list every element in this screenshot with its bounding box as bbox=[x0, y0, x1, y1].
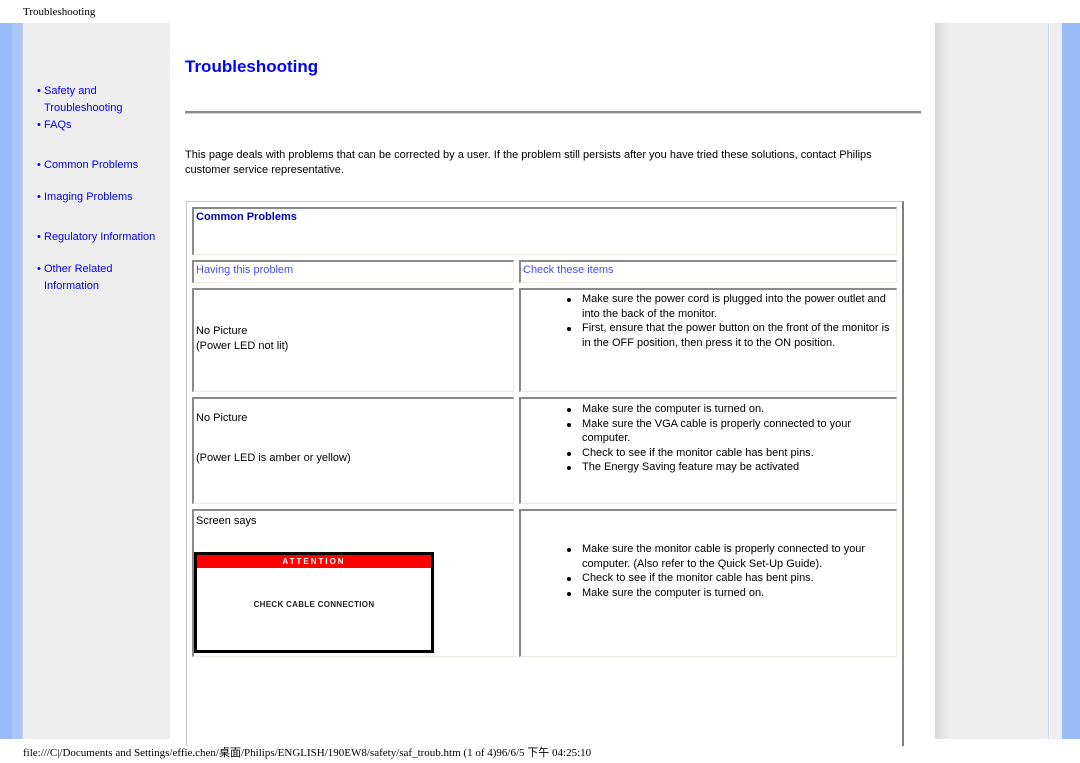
attention-message: CHECK CABLE CONNECTION bbox=[253, 600, 375, 609]
left-accent-bar-light bbox=[12, 23, 23, 739]
check-item: Make sure the computer is turned on. bbox=[567, 402, 896, 417]
intro-text: This page deals with problems that can b… bbox=[185, 149, 872, 176]
problem-text: No Picture bbox=[196, 325, 248, 337]
sidebar-item-label[interactable]: Information bbox=[44, 280, 99, 292]
check-item: Check to see if the monitor cable has be… bbox=[567, 571, 896, 586]
section-heading: Common Problems bbox=[196, 211, 297, 223]
check-list: Make sure the monitor cable is properly … bbox=[567, 542, 896, 601]
check-list: Make sure the computer is turned on. Mak… bbox=[567, 402, 896, 475]
sidebar-item-label[interactable]: Regulatory Information bbox=[44, 231, 155, 243]
attention-banner: ATTENTION bbox=[197, 555, 431, 568]
sidebar-item-common-problems[interactable]: • Common Problems bbox=[37, 157, 138, 174]
bullet-icon: • bbox=[37, 231, 41, 243]
check-item: Check to see if the monitor cable has be… bbox=[567, 446, 896, 461]
problem-subtext: (Power LED not lit) bbox=[196, 340, 289, 352]
problem-text: No Picture bbox=[196, 412, 248, 424]
check-item: Make sure the monitor cable is properly … bbox=[567, 542, 896, 571]
check-item: The Energy Saving feature may be activat… bbox=[567, 460, 896, 475]
right-panel-gap bbox=[1050, 23, 1062, 739]
page-title: Troubleshooting bbox=[185, 57, 319, 76]
sidebar-item-label[interactable]: Imaging Problems bbox=[44, 191, 133, 203]
bullet-icon: • bbox=[37, 263, 41, 275]
column-header-label: Having this problem bbox=[196, 264, 294, 276]
check-list: Make sure the power cord is plugged into… bbox=[567, 292, 896, 350]
sidebar-item-safety-troubleshooting[interactable]: • Safety and Troubleshooting bbox=[37, 83, 122, 117]
sidebar-item-imaging-problems[interactable]: • Imaging Problems bbox=[37, 189, 133, 206]
right-panel-shadow bbox=[935, 23, 949, 739]
sidebar-item-faqs[interactable]: • FAQs bbox=[37, 117, 72, 134]
table-row-1-checks: Make sure the power cord is plugged into… bbox=[519, 288, 897, 392]
table-row-1-problem: No Picture (Power LED not lit) bbox=[192, 288, 514, 392]
right-panel bbox=[949, 23, 1049, 739]
bullet-icon: • bbox=[37, 191, 41, 203]
section-heading-cell: Common Problems bbox=[192, 207, 897, 255]
bullet-icon: • bbox=[37, 119, 41, 131]
sidebar-item-label[interactable]: Troubleshooting bbox=[44, 102, 122, 114]
table-row-2-problem: No Picture (Power LED is amber or yellow… bbox=[192, 397, 514, 504]
sidebar-item-regulatory-information[interactable]: • Regulatory Information bbox=[37, 229, 155, 246]
screen-message-image: ATTENTION CHECK CABLE CONNECTION bbox=[194, 552, 434, 653]
right-accent-bar bbox=[1062, 23, 1080, 739]
check-item: Make sure the power cord is plugged into… bbox=[567, 292, 896, 321]
title-divider bbox=[185, 111, 921, 114]
table-row-2-checks: Make sure the computer is turned on. Mak… bbox=[519, 397, 897, 504]
column-header-label: Check these items bbox=[523, 264, 614, 276]
column-header-check: Check these items bbox=[519, 260, 897, 283]
sidebar-item-label[interactable]: Common Problems bbox=[44, 159, 138, 171]
bullet-icon: • bbox=[37, 85, 41, 97]
check-item: First, ensure that the power button on t… bbox=[567, 321, 896, 350]
sidebar-item-other-related-information[interactable]: • Other Related Information bbox=[37, 261, 112, 295]
sidebar-item-label[interactable]: Safety and bbox=[44, 85, 97, 97]
problem-text: Screen says bbox=[196, 515, 257, 527]
left-accent-bar bbox=[0, 23, 12, 739]
sidebar-item-label[interactable]: FAQs bbox=[44, 119, 72, 131]
column-header-problem: Having this problem bbox=[192, 260, 514, 283]
table-row-3-checks: Make sure the monitor cable is properly … bbox=[519, 509, 897, 657]
bullet-icon: • bbox=[37, 159, 41, 171]
footer-file-path: file:///C|/Documents and Settings/effie.… bbox=[23, 747, 592, 759]
problem-subtext: (Power LED is amber or yellow) bbox=[196, 452, 351, 464]
document-title: Troubleshooting bbox=[23, 6, 96, 18]
sidebar-item-label[interactable]: Other Related bbox=[44, 263, 112, 275]
check-item: Make sure the computer is turned on. bbox=[567, 586, 896, 601]
check-item: Make sure the VGA cable is properly conn… bbox=[567, 417, 896, 446]
